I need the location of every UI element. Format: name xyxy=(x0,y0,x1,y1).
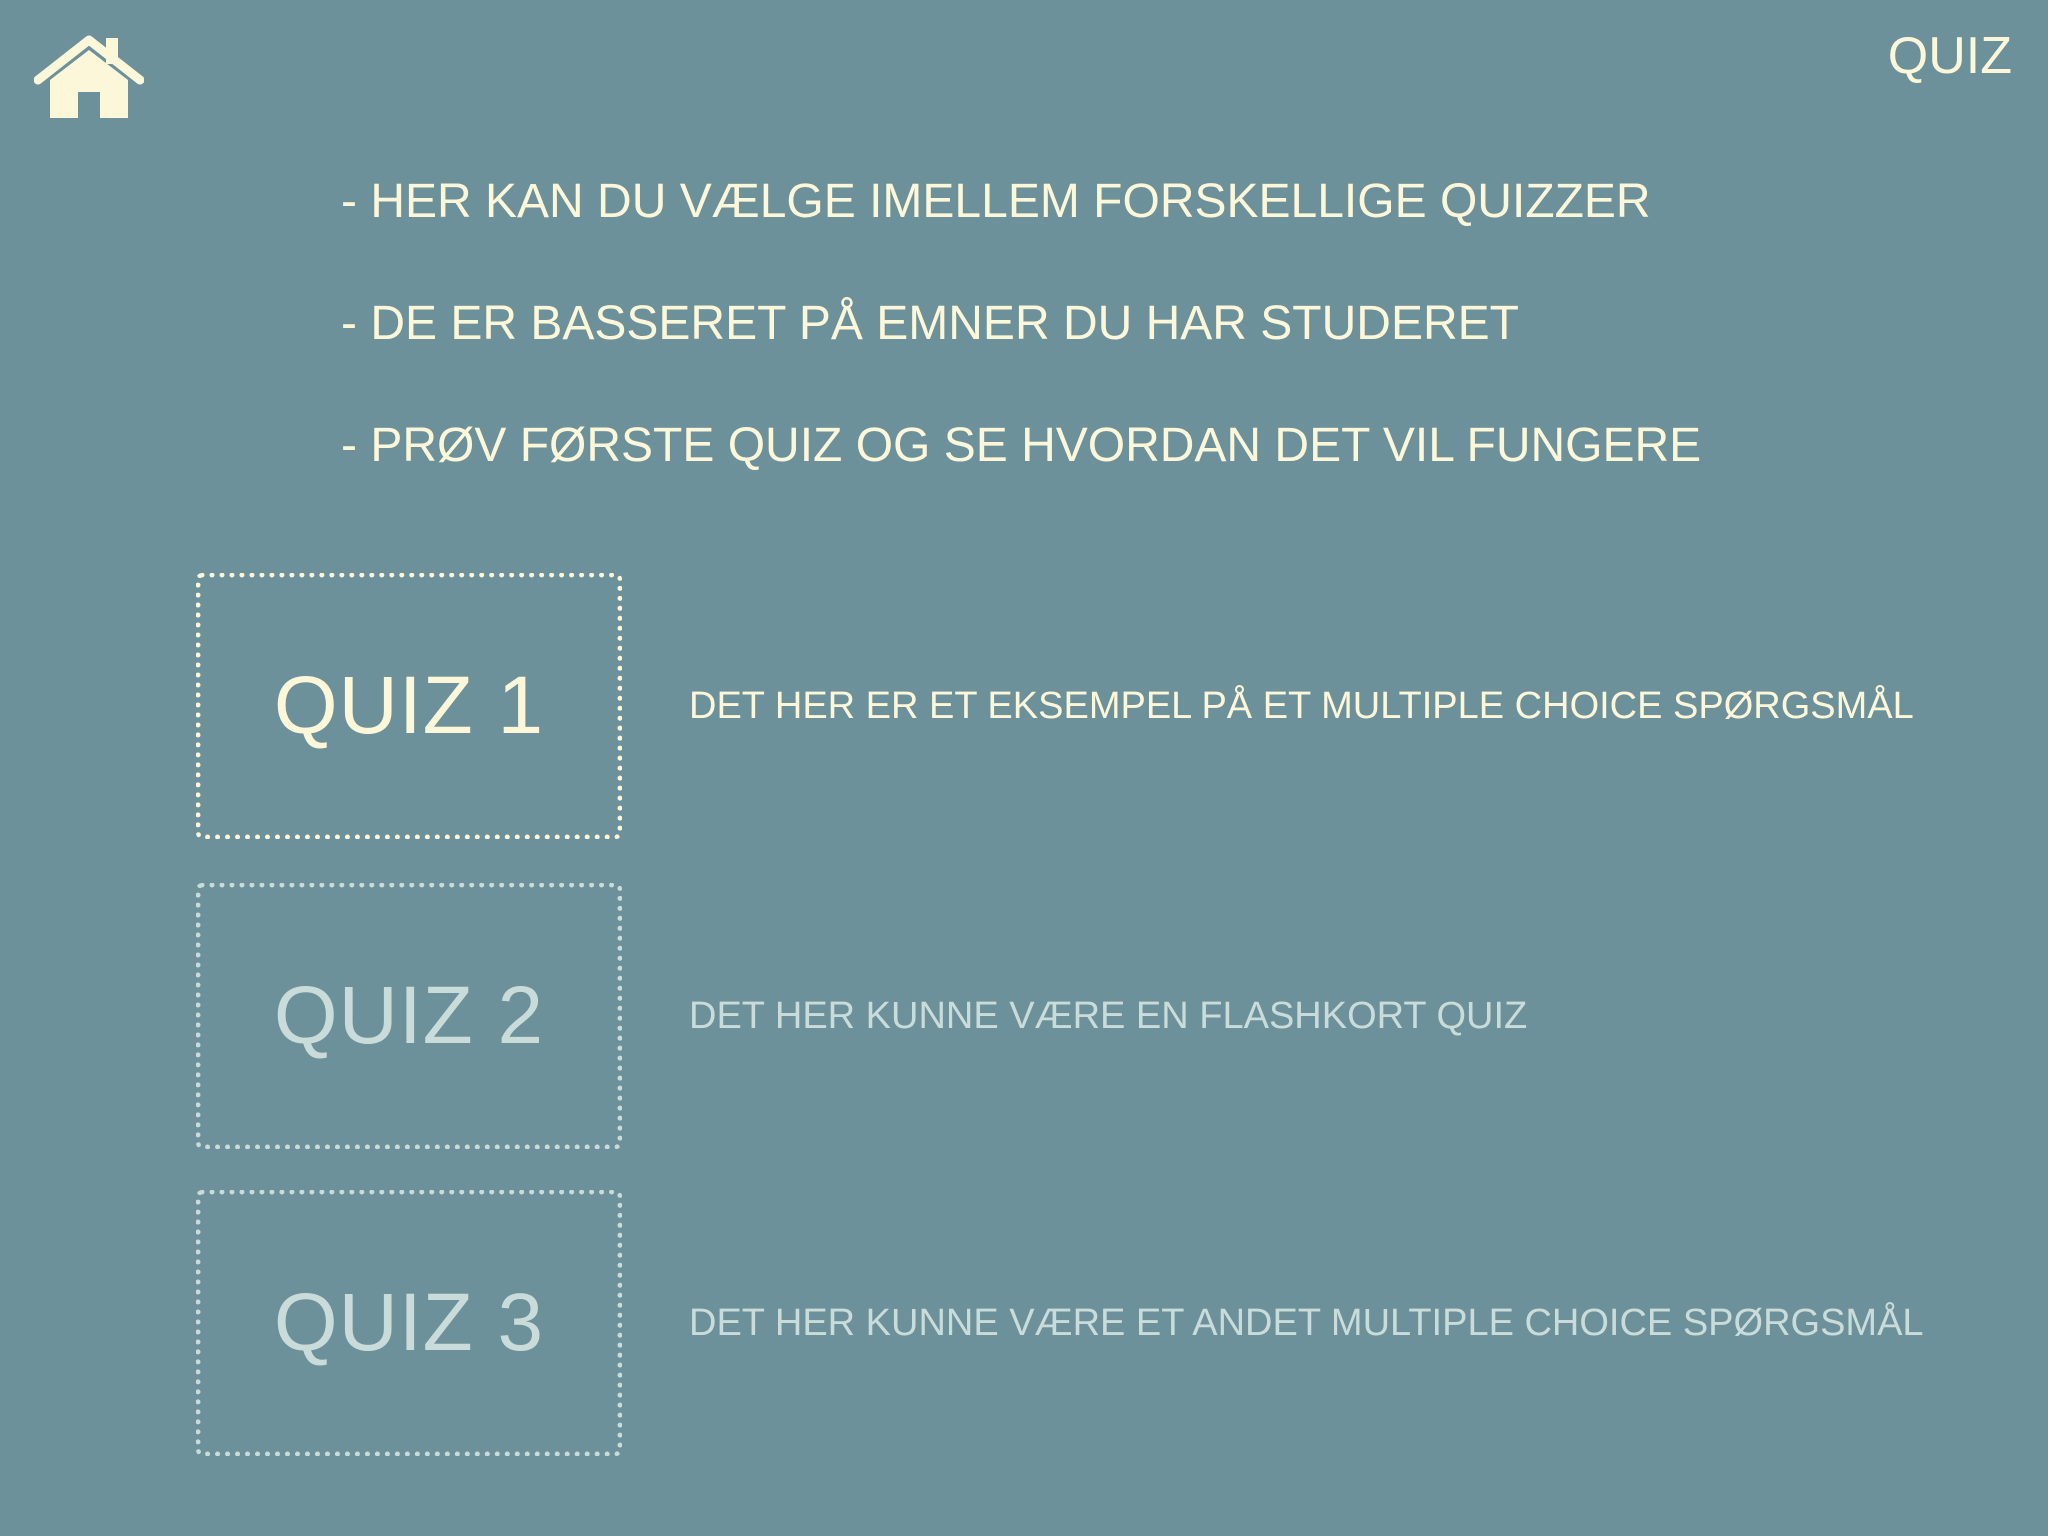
quiz-2-button[interactable]: QUIZ 2 xyxy=(196,883,622,1149)
intro-line: - HER KAN DU VÆLGE IMELLEM FORSKELLIGE Q… xyxy=(341,175,1651,228)
quiz-row-1: QUIZ 1 DET HER ER ET EKSEMPEL PÅ ET MULT… xyxy=(196,573,1996,843)
quiz-3-button[interactable]: QUIZ 3 xyxy=(196,1190,622,1456)
quiz-1-button[interactable]: QUIZ 1 xyxy=(196,573,622,839)
quiz-2-description: DET HER KUNNE VÆRE EN FLASHKORT QUIZ xyxy=(689,994,1528,1037)
home-button[interactable] xyxy=(34,34,144,120)
quiz-2-label: QUIZ 2 xyxy=(273,970,545,1061)
intro-text: - HER KAN DU VÆLGE IMELLEM FORSKELLIGE Q… xyxy=(341,170,1701,536)
quiz-3-description: DET HER KUNNE VÆRE ET ANDET MULTIPLE CHO… xyxy=(689,1301,1924,1344)
quiz-1-description: DET HER ER ET EKSEMPEL PÅ ET MULTIPLE CH… xyxy=(689,684,1914,727)
page-title: QUIZ xyxy=(1887,27,2012,85)
intro-line: - DE ER BASSERET PÅ EMNER DU HAR STUDERE… xyxy=(341,297,1519,350)
quiz-row-2: QUIZ 2 DET HER KUNNE VÆRE EN FLASHKORT Q… xyxy=(196,883,1996,1153)
quiz-row-3: QUIZ 3 DET HER KUNNE VÆRE ET ANDET MULTI… xyxy=(196,1190,1996,1460)
quiz-1-label: QUIZ 1 xyxy=(273,660,545,751)
intro-line: - PRØV FØRSTE QUIZ OG SE HVORDAN DET VIL… xyxy=(341,419,1702,472)
quiz-3-label: QUIZ 3 xyxy=(273,1277,545,1368)
home-icon xyxy=(34,35,144,118)
